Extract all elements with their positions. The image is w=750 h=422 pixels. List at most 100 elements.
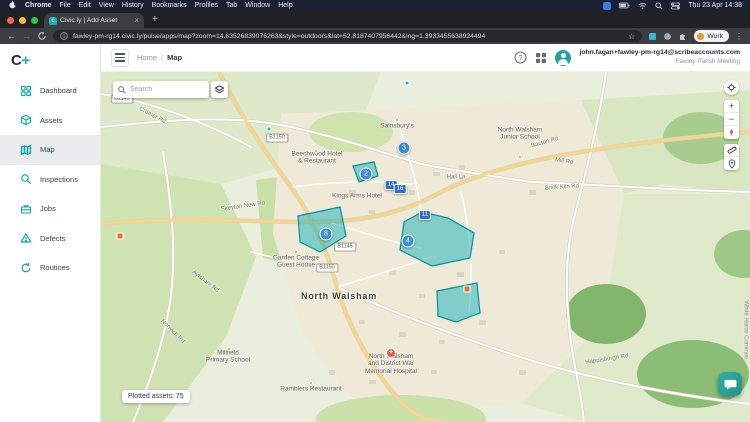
menu-window[interactable]: Window <box>245 2 270 9</box>
browser-tab-active[interactable]: c Civic.ly | Add Asset × <box>44 13 144 28</box>
extension-icon[interactable] <box>663 32 672 41</box>
breadcrumb-separator: / <box>161 53 164 62</box>
compass-button[interactable] <box>724 126 739 139</box>
zoom-control: + − <box>724 100 739 139</box>
url-text[interactable]: fawley-pm-rg14.civic.ly/pulse/apps/map?z… <box>73 33 623 40</box>
menu-history[interactable]: History <box>122 2 144 9</box>
extensions-puzzle-icon[interactable] <box>678 31 688 41</box>
user-avatar[interactable] <box>555 49 572 66</box>
zoom-out-button[interactable]: − <box>724 113 739 126</box>
poi-marker[interactable] <box>463 285 471 293</box>
close-window-button[interactable] <box>7 17 14 24</box>
menu-profiles[interactable]: Profiles <box>195 2 218 9</box>
app-logo[interactable]: C+ <box>0 44 100 69</box>
help-icon[interactable]: ? <box>514 51 527 64</box>
map-label: White Horse Common <box>742 300 749 360</box>
add-marker-button[interactable] <box>724 157 739 170</box>
map-label: Ramblers Restaurant <box>280 385 342 393</box>
sidebar-item-defects[interactable]: Defects <box>0 224 100 254</box>
map-style-button[interactable] <box>211 81 228 98</box>
tab-close-icon[interactable]: × <box>134 16 139 25</box>
poi-marker[interactable] <box>266 126 272 132</box>
defects-warning-icon <box>20 232 32 244</box>
map-viewport[interactable]: B1145 B1150 B1145 B1150 Sainsbury's Beechwood… <box>101 72 750 422</box>
zoom-window-button[interactable] <box>31 17 38 24</box>
profile-avatar <box>697 32 705 40</box>
asset-cluster-marker[interactable]: 8 <box>319 227 333 241</box>
map-overlays: B1145 B1150 B1145 B1150 Sainsbury's Beechwood… <box>101 72 750 422</box>
menu-bookmarks[interactable]: Bookmarks <box>152 2 187 9</box>
hospital-marker[interactable]: + <box>386 348 396 358</box>
zoom-in-button[interactable]: + <box>724 100 739 113</box>
bookmark-star-icon[interactable]: ☆ <box>628 32 635 41</box>
user-email: john.fagan+fawley-pm-rg14@scribeaccounts… <box>579 48 740 56</box>
routines-icon <box>20 262 32 274</box>
wifi-icon <box>638 2 647 9</box>
menu-help[interactable]: Help <box>278 2 292 9</box>
map-label: Sainsbury's <box>380 122 414 130</box>
new-tab-button[interactable]: + <box>144 14 158 28</box>
poi-marker[interactable] <box>404 80 410 86</box>
map-label: Cromer Rd <box>137 106 167 126</box>
spotlight-search-icon[interactable] <box>655 1 663 10</box>
menu-tab[interactable]: Tab <box>226 2 237 9</box>
sidebar-item-routines[interactable]: Routines <box>0 253 100 283</box>
window-controls <box>0 17 44 28</box>
asset-cluster-marker[interactable]: 2 <box>359 167 373 181</box>
civicly-app: C+ Dashboard Assets Map Inspections Jobs… <box>0 44 750 422</box>
menu-chrome[interactable]: Chrome <box>25 2 51 9</box>
apps-grid-icon[interactable] <box>535 52 547 64</box>
menu-edit[interactable]: Edit <box>79 2 91 9</box>
poi-marker[interactable] <box>309 381 313 385</box>
reload-button[interactable] <box>37 31 47 41</box>
extension-icon[interactable] <box>648 32 657 41</box>
minimize-window-button[interactable] <box>19 17 26 24</box>
address-bar[interactable]: fawley-pm-rg14.civic.ly/pulse/apps/map?z… <box>53 30 643 42</box>
search-input[interactable] <box>130 86 200 93</box>
extension-icons <box>648 31 688 41</box>
poi-marker[interactable] <box>314 149 318 153</box>
sidebar-item-map[interactable]: Map <box>0 135 100 165</box>
svg-text:?: ? <box>519 55 523 62</box>
asset-cluster-marker[interactable]: 11 <box>418 210 432 220</box>
breadcrumb-home[interactable]: Home <box>137 53 157 62</box>
map-icon <box>20 144 32 156</box>
map-label: Aylsham Rd <box>190 269 220 294</box>
poi-marker[interactable] <box>395 118 399 122</box>
asset-cluster-marker[interactable]: 3 <box>397 141 411 155</box>
map-search-box[interactable] <box>113 81 209 98</box>
tab-title: Civic.ly | Add Asset <box>60 17 118 24</box>
menubar-app-icon[interactable] <box>603 1 612 10</box>
poi-marker[interactable] <box>116 232 124 240</box>
menu-view[interactable]: View <box>99 2 114 9</box>
poi-marker[interactable] <box>227 347 231 351</box>
sidebar-item-label: Defects <box>40 233 66 243</box>
sidebar-item-inspections[interactable]: Inspections <box>0 165 100 195</box>
chat-widget-button[interactable] <box>718 372 742 396</box>
measure-button[interactable] <box>724 144 739 157</box>
poi-marker[interactable] <box>294 250 298 254</box>
site-info-icon[interactable] <box>60 32 68 40</box>
menubar-clock[interactable]: Thu 23 Apr 14:38 <box>688 2 742 9</box>
sidebar-item-dashboard[interactable]: Dashboard <box>0 76 100 106</box>
asset-cluster-marker[interactable]: 4 <box>401 234 415 248</box>
forward-button[interactable]: → <box>22 31 31 41</box>
profile-chip[interactable]: Work <box>694 30 729 42</box>
apple-menu-icon[interactable] <box>8 0 18 11</box>
map-tools <box>724 144 739 170</box>
asset-cluster-marker[interactable]: 16 <box>393 184 407 194</box>
user-info[interactable]: john.fagan+fawley-pm-rg14@scribeaccounts… <box>579 49 740 66</box>
poi-marker[interactable] <box>518 155 522 159</box>
sidebar-item-label: Inspections <box>40 174 78 184</box>
back-button[interactable]: ← <box>7 31 16 41</box>
logo-letter: C <box>11 52 22 69</box>
sidebar-item-jobs[interactable]: Jobs <box>0 194 100 224</box>
control-center-icon[interactable] <box>671 2 681 10</box>
map-label: Norwich Rd <box>159 318 186 345</box>
hamburger-menu-icon[interactable] <box>111 48 129 67</box>
map-label: Hall La <box>446 174 466 181</box>
geolocate-button[interactable] <box>724 80 739 95</box>
browser-menu-icon[interactable]: ⋮ <box>735 32 743 41</box>
menu-file[interactable]: File <box>59 2 70 9</box>
sidebar-item-assets[interactable]: Assets <box>0 106 100 136</box>
